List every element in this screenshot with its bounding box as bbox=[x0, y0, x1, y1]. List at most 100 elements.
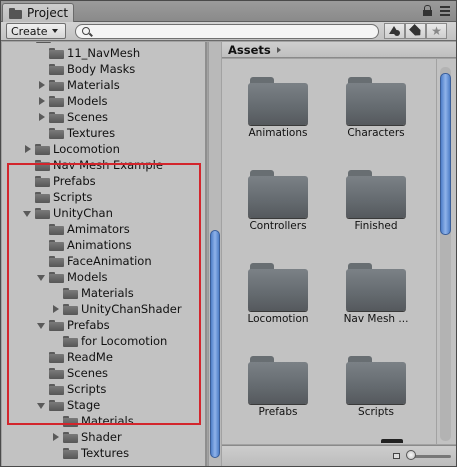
tree-item[interactable]: Materials bbox=[50, 285, 134, 301]
partial-asset-icon bbox=[381, 439, 403, 443]
tree-scrollbar[interactable] bbox=[208, 42, 221, 466]
search-by-label-button[interactable] bbox=[405, 23, 426, 39]
tree-scrollbar-thumb[interactable] bbox=[210, 230, 220, 458]
asset-label: Prefabs bbox=[258, 406, 298, 418]
tree-item[interactable]: Scripts bbox=[22, 189, 92, 205]
lock-icon[interactable] bbox=[423, 5, 432, 16]
tree-item[interactable]: Nav Mesh Example bbox=[22, 157, 163, 173]
asset-folder[interactable]: Characters bbox=[330, 59, 422, 139]
tree-item[interactable]: Locomotion bbox=[22, 141, 120, 157]
create-button[interactable]: Create bbox=[6, 23, 66, 39]
folder-icon bbox=[49, 319, 64, 331]
folder-icon bbox=[49, 79, 64, 91]
tree-item[interactable]: Stage bbox=[36, 397, 100, 413]
folder-icon bbox=[49, 351, 64, 363]
tree-item[interactable]: 11_NavMesh bbox=[36, 45, 140, 61]
folder-icon bbox=[49, 223, 64, 235]
asset-folder[interactable]: Finished bbox=[330, 152, 422, 232]
asset-folder[interactable]: Nav Mesh ... bbox=[330, 245, 422, 325]
tree-item[interactable]: Body Masks bbox=[36, 61, 135, 77]
asset-folder[interactable]: Locomotion bbox=[232, 245, 324, 325]
asset-folder[interactable]: Scripts bbox=[330, 338, 422, 418]
tree-item[interactable]: UnityChan bbox=[22, 205, 113, 221]
tree-item-label: Scripts bbox=[67, 382, 107, 396]
toolbar: Create ★ bbox=[1, 22, 456, 41]
tree-item[interactable]: Prefabs bbox=[22, 173, 96, 189]
expand-down-icon[interactable] bbox=[36, 272, 46, 282]
tree-item[interactable]: Scenes bbox=[36, 365, 108, 381]
tree-item[interactable]: Materials bbox=[36, 77, 120, 93]
asset-folder[interactable]: Animations bbox=[232, 59, 324, 139]
tab-project[interactable]: Project bbox=[2, 3, 74, 22]
panel-splitter[interactable] bbox=[205, 42, 207, 466]
asset-folder[interactable]: Controllers bbox=[232, 152, 324, 232]
expand-right-icon[interactable] bbox=[36, 112, 46, 122]
asset-label: Locomotion bbox=[247, 313, 309, 325]
asset-label: Scripts bbox=[358, 406, 394, 418]
tree-item[interactable]: Materials bbox=[50, 413, 134, 429]
folder-icon bbox=[49, 111, 64, 123]
search-by-type-button[interactable] bbox=[384, 23, 405, 39]
menu-icon[interactable] bbox=[440, 5, 450, 16]
tree-item[interactable]: Models bbox=[36, 93, 108, 109]
asset-grid: Animations Characters Controllers Finished L… bbox=[222, 59, 436, 444]
tree-item-label: Prefabs bbox=[67, 318, 110, 332]
tree-item[interactable]: Textures bbox=[36, 125, 115, 141]
tree-item[interactable]: Models bbox=[36, 269, 108, 285]
shapes-icon bbox=[388, 26, 401, 36]
asset-label: Finished bbox=[354, 220, 398, 232]
asset-folder[interactable]: Prefabs bbox=[232, 338, 324, 418]
folder-icon bbox=[49, 399, 64, 411]
tree-item[interactable]: Amimators bbox=[36, 221, 130, 237]
folder-icon bbox=[49, 271, 64, 283]
folder-icon bbox=[248, 356, 308, 404]
expand-down-icon[interactable] bbox=[36, 400, 46, 410]
zoom-slider-knob[interactable] bbox=[406, 450, 416, 460]
folder-icon bbox=[63, 335, 78, 347]
tree-item[interactable]: Scripts bbox=[36, 381, 106, 397]
expand-right-icon[interactable] bbox=[22, 144, 32, 154]
folder-icon bbox=[63, 447, 78, 459]
tree-item[interactable]: Animations bbox=[36, 237, 132, 253]
breadcrumb-assets[interactable]: Assets bbox=[228, 43, 271, 57]
expand-down-icon[interactable] bbox=[22, 208, 32, 218]
folder-icon bbox=[248, 77, 308, 125]
tree-item[interactable]: UnityChanShader bbox=[50, 301, 182, 317]
tree-item[interactable]: ReadMe bbox=[36, 349, 113, 365]
favorites-button[interactable]: ★ bbox=[426, 23, 447, 39]
breadcrumb: Assets bbox=[222, 42, 456, 58]
folder-icon bbox=[346, 77, 406, 125]
expand-right-icon[interactable] bbox=[50, 304, 60, 314]
expand-right-icon[interactable] bbox=[50, 432, 60, 442]
search-field[interactable] bbox=[75, 24, 379, 39]
tree-item-label: Scenes bbox=[67, 366, 109, 380]
tree-item-label: FaceAnimation bbox=[67, 254, 152, 268]
grid-scrollbar[interactable] bbox=[437, 59, 456, 444]
tree-item[interactable]: Prefabs bbox=[36, 317, 110, 333]
folder-icon bbox=[35, 191, 50, 203]
grid-scrollbar-thumb[interactable] bbox=[440, 73, 451, 235]
tree-item[interactable]: Textures bbox=[50, 445, 129, 461]
tree-item[interactable]: FaceAnimation bbox=[36, 253, 152, 269]
tree-item[interactable]: Scenes bbox=[36, 109, 108, 125]
expand-right-icon[interactable] bbox=[36, 96, 46, 106]
tree-item-label: Body Masks bbox=[67, 62, 136, 76]
expand-right-icon[interactable] bbox=[36, 80, 46, 90]
search-input[interactable] bbox=[94, 25, 364, 38]
folder-icon bbox=[9, 7, 23, 19]
tree-item[interactable]: Shader bbox=[50, 429, 122, 445]
folder-icon bbox=[36, 42, 51, 43]
tree-item[interactable]: for Locomotion bbox=[50, 333, 167, 349]
expand-down-icon[interactable] bbox=[36, 320, 46, 330]
folder-icon bbox=[35, 159, 50, 171]
tree-item-label: Materials bbox=[81, 414, 134, 428]
